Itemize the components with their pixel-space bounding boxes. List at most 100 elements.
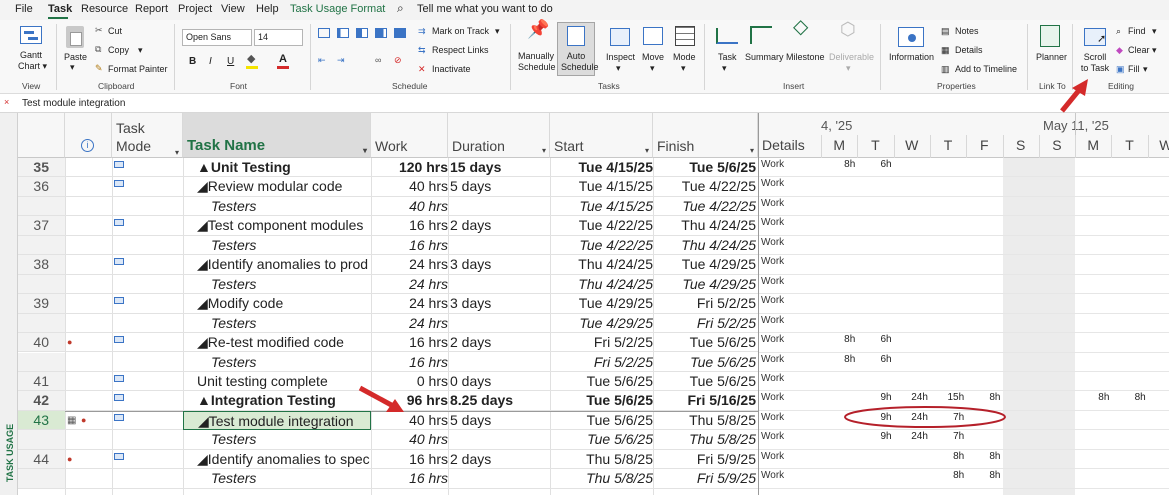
mark-on-track-dropdown[interactable]: ▾ [495,26,500,37]
row-task-name[interactable]: ▲Integration Testing [183,391,371,411]
insert-task-dropdown[interactable]: ▾ [722,63,727,74]
mark-on-track-button[interactable]: Mark on Track [432,26,489,37]
row-start[interactable]: Fri 5/2/25 [550,333,653,353]
row-task-mode[interactable] [112,411,183,431]
format-painter-button[interactable]: Format Painter [108,64,168,75]
row-duration[interactable] [448,197,550,217]
menu-help[interactable]: Help [256,3,279,15]
details-button[interactable]: Details [955,45,983,56]
row-start[interactable]: Tue 4/29/25 [550,314,653,333]
cut-button[interactable]: Cut [108,26,122,37]
menu-project[interactable]: Project [178,3,212,15]
row-finish[interactable]: Thu 5/8/25 [653,411,758,431]
row-start[interactable]: Thu 4/24/25 [550,255,653,275]
row-indicators[interactable] [65,158,112,178]
row-start[interactable]: Tue 5/6/25 [550,391,653,411]
row-task-name[interactable]: Testers [183,353,371,372]
row-indicators[interactable] [65,177,112,197]
percent-complete-100-icon[interactable] [394,28,406,38]
row-task-name[interactable]: ◢Identify anomalies to spec [183,450,371,470]
insert-summary-button[interactable]: Summary [745,52,784,63]
fill-dropdown[interactable]: ▾ [1143,64,1148,75]
row-id[interactable]: 37 [18,216,65,236]
work-header[interactable]: Work [371,113,448,158]
row-task-mode[interactable] [112,469,183,489]
row-work[interactable]: 16 hrs [371,236,448,256]
row-id[interactable]: 41 [18,371,65,392]
usage-cell[interactable]: 8h [1075,392,1109,403]
row-task-name[interactable]: Testers [183,236,371,256]
information-button[interactable]: Information [889,52,934,63]
percent-complete-50-icon[interactable] [356,28,368,38]
usage-cell[interactable]: 6h [857,159,891,170]
row-task-name[interactable]: ◢Test module integration [183,410,371,431]
unlink-icon[interactable]: ⊘ [394,55,402,66]
row-task-mode[interactable] [112,353,183,372]
row-work[interactable]: 16 hrs [371,450,448,470]
outdent-icon[interactable]: ⇤ [318,55,326,66]
duration-filter-icon[interactable]: ▾ [542,142,546,157]
row-duration[interactable]: 5 days [448,177,550,197]
row-id[interactable] [18,196,65,217]
row-indicators[interactable]: ● ▦ [65,411,112,431]
cancel-entry-icon[interactable]: × [4,97,9,107]
add-to-timeline-button[interactable]: Add to Timeline [955,64,1017,75]
row-work[interactable]: 40 hrs [371,411,448,431]
row-task-name[interactable]: ◢Modify code [183,294,371,314]
row-start[interactable]: Tue 5/6/25 [550,411,653,431]
usage-cell[interactable]: 8h [930,470,964,481]
row-id[interactable]: 35 [18,158,65,178]
row-finish[interactable]: Thu 4/24/25 [653,236,758,256]
row-task-name[interactable]: Unit testing complete [183,372,371,392]
row-duration[interactable] [448,469,550,489]
usage-cell[interactable]: 6h [857,354,891,365]
usage-cell[interactable]: 8h [966,451,1000,462]
menu-file[interactable]: File [15,3,33,15]
task-name-header[interactable]: Task Name ▾ [183,113,371,158]
row-task-name[interactable]: Testers [183,314,371,333]
row-start[interactable]: Tue 4/15/25 [550,197,653,217]
font-color-icon[interactable]: A [279,54,287,65]
mode-dropdown[interactable]: ▾ [681,63,686,74]
row-start[interactable]: Thu 5/8/25 [550,469,653,489]
row-indicators[interactable] [65,372,112,392]
italic-icon[interactable]: I [209,56,212,67]
row-task-name[interactable]: Testers [183,469,371,489]
row-id[interactable]: 36 [18,177,65,197]
menu-resource[interactable]: Resource [81,3,128,15]
task-name-filter-icon[interactable]: ▾ [363,142,367,157]
row-work[interactable]: 24 hrs [371,294,448,314]
row-work[interactable]: 0 hrs [371,372,448,392]
row-task-mode[interactable] [112,372,183,392]
row-task-mode[interactable] [112,236,183,256]
row-finish[interactable]: Thu 5/8/25 [653,430,758,450]
link-icon[interactable]: ∞ [375,55,381,66]
row-indicators[interactable] [65,275,112,295]
usage-cell[interactable]: 8h [821,159,855,170]
row-indicators[interactable] [65,469,112,489]
row-task-mode[interactable] [112,197,183,217]
row-indicators[interactable] [65,353,112,372]
menu-task-usage-format[interactable]: Task Usage Format [290,3,385,15]
paste-dropdown[interactable]: ▾ [70,62,75,73]
inactivate-button[interactable]: Inactivate [432,64,471,75]
usage-cell[interactable]: 24h [894,412,928,423]
percent-complete-75-icon[interactable] [375,28,387,38]
fill-button[interactable]: Fill [1128,64,1140,75]
row-finish[interactable]: Tue 5/6/25 [653,353,758,372]
inspect-dropdown[interactable]: ▾ [616,63,621,74]
row-finish[interactable]: Tue 5/6/25 [653,372,758,392]
row-id[interactable]: 39 [18,294,65,314]
row-id[interactable]: 38 [18,255,65,275]
auto-schedule-button[interactable]: Auto Schedule [557,22,599,76]
percent-complete-0-icon[interactable] [318,28,330,38]
row-work[interactable]: 24 hrs [371,255,448,275]
entry-input[interactable]: Test module integration [22,98,125,109]
row-task-mode[interactable] [112,158,183,178]
row-id[interactable] [18,469,65,489]
row-work[interactable]: 24 hrs [371,314,448,333]
row-duration[interactable]: 3 days [448,255,550,275]
indent-icon[interactable]: ⇥ [337,55,345,66]
font-family-select[interactable]: Open Sans [182,29,252,46]
indicators-header[interactable]: i [65,113,112,158]
